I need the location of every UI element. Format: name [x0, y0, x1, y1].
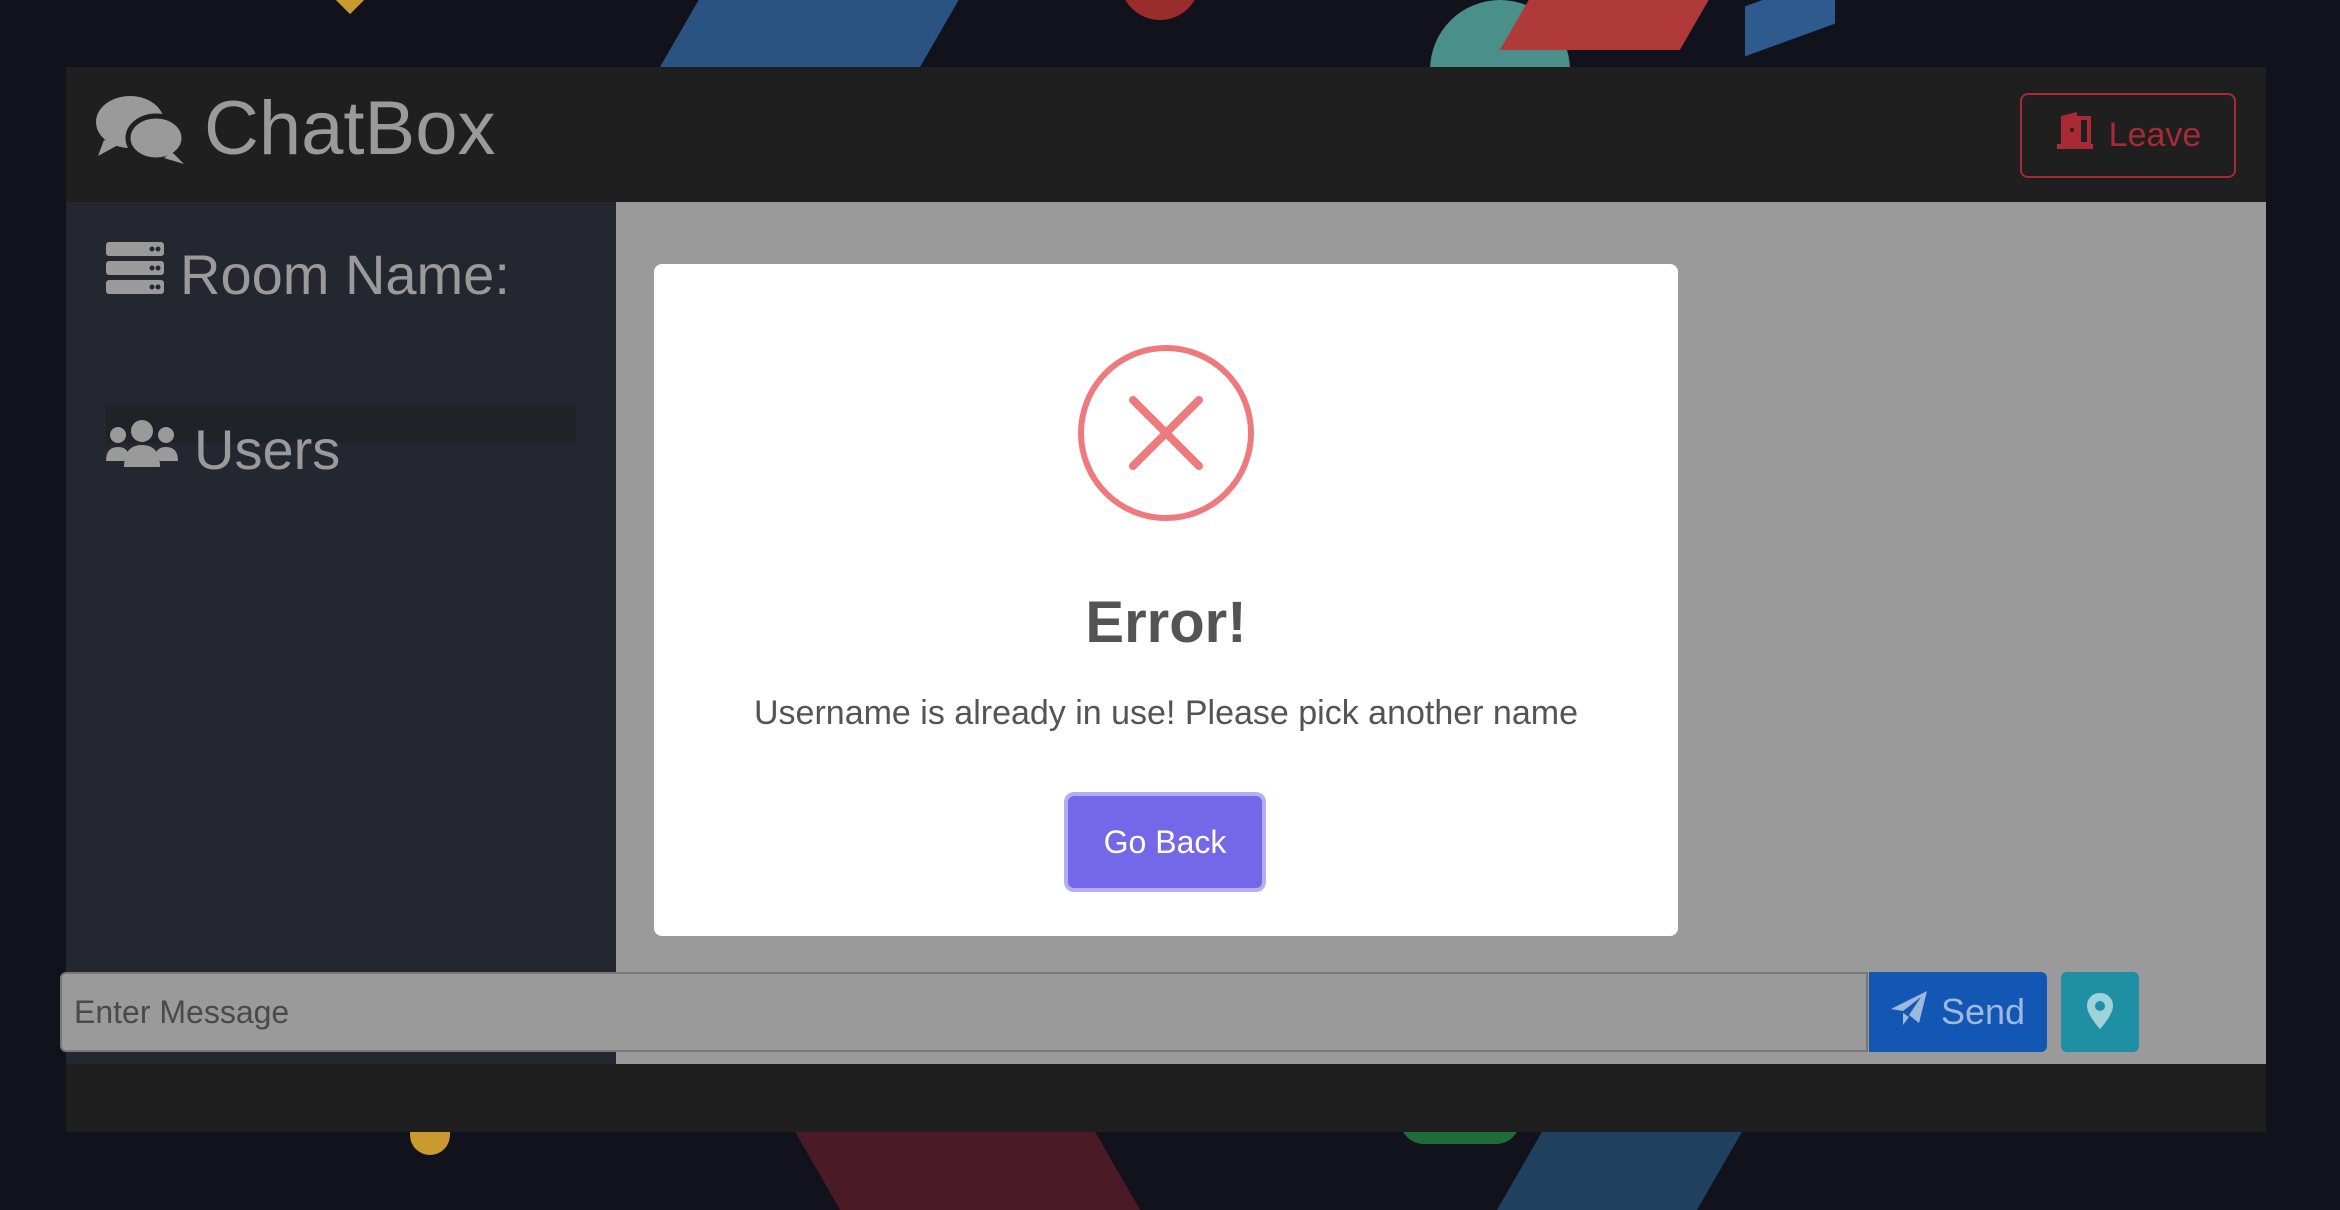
modal-title: Error! — [1085, 590, 1247, 655]
door-icon — [2055, 112, 2095, 159]
users-heading: Users — [106, 417, 340, 482]
paper-plane-icon — [1890, 990, 1927, 1034]
room-heading-label: Room Name: — [180, 243, 510, 306]
send-label: Send — [1940, 991, 2026, 1032]
error-modal: Error! Username is already in use! Pleas… — [654, 264, 1678, 936]
brand: ChatBox — [94, 85, 496, 172]
background-shape — [335, 0, 365, 15]
background-shape — [658, 0, 982, 70]
background-shape — [1120, 0, 1200, 20]
comments-icon — [94, 92, 186, 166]
error-x-icon — [1077, 344, 1255, 522]
sidebar: Room Name: Users — [66, 202, 616, 1064]
message-input[interactable] — [60, 972, 1868, 1052]
header: ChatBox Leave — [66, 67, 2266, 202]
modal-message: Username is already in use! Please pick … — [754, 694, 1578, 732]
leave-button[interactable]: Leave — [2020, 93, 2236, 178]
background-shape — [1496, 1130, 1744, 1210]
composer-bar — [66, 1064, 2266, 1132]
users-heading-label: Users — [194, 418, 341, 481]
background-shape — [788, 1120, 1152, 1210]
go-back-button[interactable]: Go Back — [1068, 796, 1262, 888]
background-shape — [1499, 0, 1721, 50]
server-icon — [106, 242, 164, 307]
room-heading: Room Name: — [106, 242, 510, 307]
background-shape — [1745, 0, 1835, 57]
leave-label: Leave — [2108, 116, 2202, 154]
send-button[interactable]: Send — [1869, 972, 2047, 1052]
share-location-button[interactable] — [2061, 972, 2139, 1052]
app-title: ChatBox — [204, 86, 496, 171]
map-marker-icon — [2087, 992, 2113, 1032]
users-icon — [106, 417, 178, 482]
